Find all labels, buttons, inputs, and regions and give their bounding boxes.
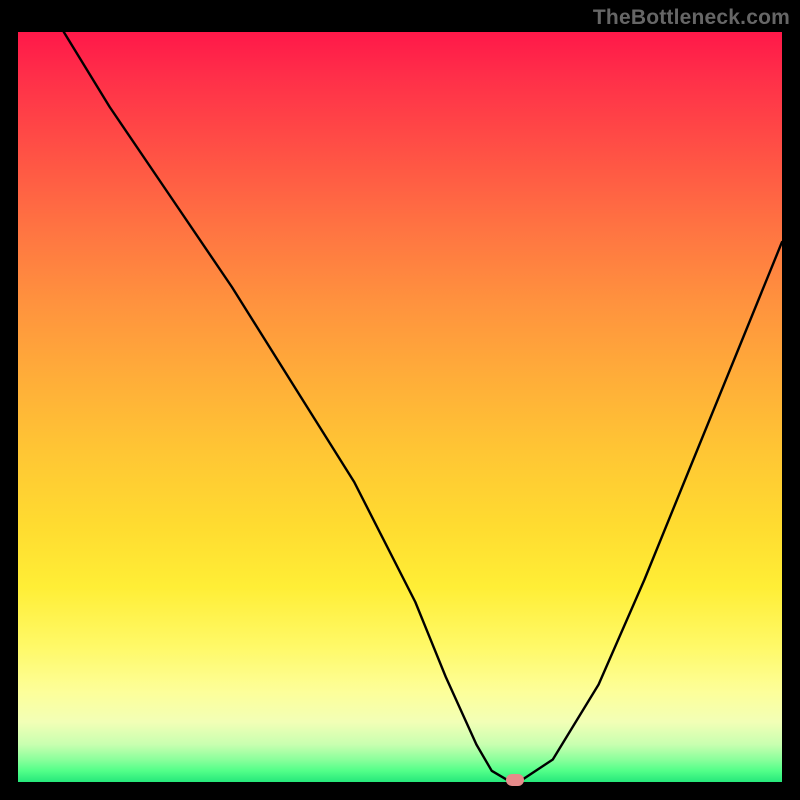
curve-path xyxy=(64,32,782,780)
optimum-marker xyxy=(506,774,524,786)
plot-area xyxy=(18,32,782,782)
watermark-text: TheBottleneck.com xyxy=(593,6,790,30)
chart-container: TheBottleneck.com xyxy=(0,0,800,800)
bottleneck-curve xyxy=(18,32,782,782)
